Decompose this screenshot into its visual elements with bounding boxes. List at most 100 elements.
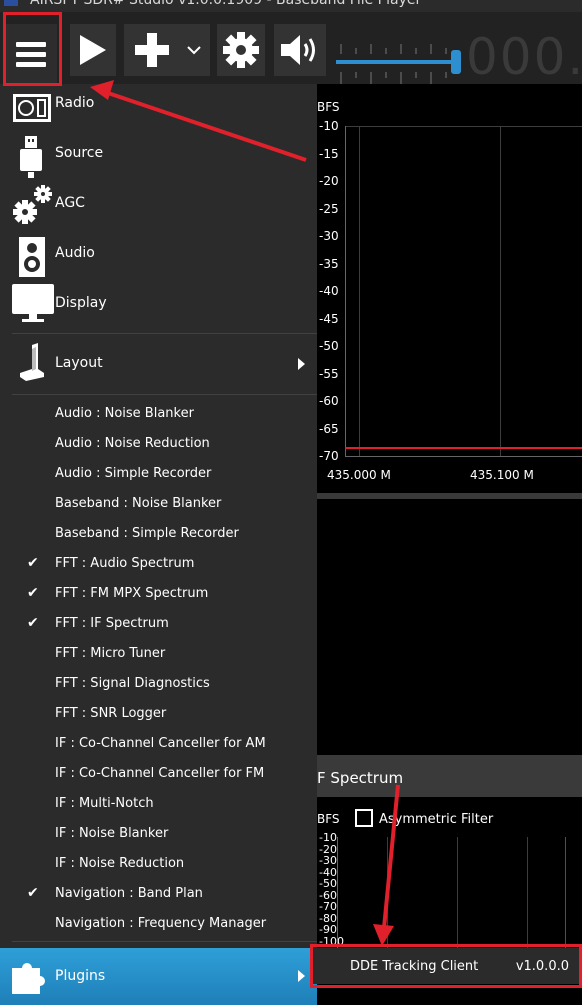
window-title-bar: AIRSPY SDR# Studio v1.0.0.1909 - Baseban… [0, 0, 582, 12]
checkmark-icon: ✔ [27, 885, 39, 901]
annotation-highlight-box [3, 12, 62, 86]
plugin-menu-label: IF : Co-Channel Canceller for FM [55, 766, 265, 781]
menu-item-layout[interactable]: Layout [0, 339, 317, 389]
plugin-menu-item[interactable]: IF : Noise Reduction [0, 849, 317, 879]
asymmetric-filter-checkbox[interactable] [355, 809, 373, 827]
plugin-menu-label: FFT : SNR Logger [55, 706, 167, 721]
menu-item-display[interactable]: Display [0, 284, 317, 334]
menu-separator [12, 394, 317, 395]
volume-slider-track[interactable] [336, 60, 456, 64]
menu-item-radio[interactable]: Radio [0, 84, 317, 134]
plugin-menu-label: Audio : Simple Recorder [55, 466, 212, 481]
y-tick-label: -20 [319, 174, 339, 188]
frequency-display[interactable]: 000. [466, 28, 582, 86]
y-tick-label: -10 [319, 119, 339, 133]
y-tick-label: -40 [319, 284, 339, 298]
x-tick-label: 435.100 M [470, 468, 534, 482]
plugin-menu-item[interactable]: FFT : Micro Tuner [0, 639, 317, 669]
y-tick-label: -30 [319, 229, 339, 243]
chevron-down-icon[interactable] [186, 44, 202, 56]
layout-icon [20, 343, 44, 381]
spectrum-y-axis [345, 126, 346, 456]
volume-slider-thumb[interactable] [451, 50, 461, 74]
plugin-menu-label: Audio : Noise Reduction [55, 436, 210, 451]
plugin-menu-label: IF : Multi-Notch [55, 796, 154, 811]
plugin-menu-item[interactable]: IF : Co-Channel Canceller for AM [0, 729, 317, 759]
plugin-menu-item[interactable]: Navigation : Frequency Manager [0, 909, 317, 939]
plugin-menu-item[interactable]: Baseband : Noise Blanker [0, 489, 317, 519]
waterfall[interactable] [317, 499, 582, 755]
menu-item-label: Display [55, 295, 107, 311]
checkmark-icon: ✔ [27, 585, 39, 601]
menu-item-label: Layout [55, 355, 103, 371]
plugin-menu-label: FFT : Micro Tuner [55, 646, 166, 661]
spectrum-trace [345, 447, 582, 449]
plugin-menu-label: FFT : Signal Diagnostics [55, 676, 210, 691]
settings-button[interactable] [217, 24, 265, 76]
y-tick-label: -50 [319, 339, 339, 353]
menu-item-agc[interactable]: AGC [0, 184, 317, 234]
plugin-menu-label: IF : Co-Channel Canceller for AM [55, 736, 266, 751]
panel-title: F Spectrum [317, 769, 404, 787]
menu-item-label: Radio [55, 95, 95, 111]
y-tick-label: -70 [319, 449, 339, 463]
spectrum-grid-line [359, 126, 360, 456]
plugin-menu-item[interactable]: ✔ FFT : Audio Spectrum [0, 549, 317, 579]
spectrum-grid-line [345, 126, 582, 127]
spectrum-unit-label: BFS [317, 100, 340, 114]
plugin-menu-item[interactable]: ✔ Navigation : Band Plan [0, 879, 317, 909]
plugin-menu-item[interactable]: IF : Co-Channel Canceller for FM [0, 759, 317, 789]
monitor-icon [12, 284, 54, 322]
y-tick-label: -35 [319, 256, 339, 271]
menu-item-label: Source [55, 145, 104, 161]
volume-slider-ticks [340, 44, 447, 84]
plugin-menu-item[interactable]: Audio : Simple Recorder [0, 459, 317, 489]
puzzle-icon [12, 963, 46, 994]
checkmark-icon: ✔ [27, 615, 39, 631]
menu-item-label: Plugins [55, 968, 106, 984]
plugin-menu-item[interactable]: ✔ FFT : IF Spectrum [0, 609, 317, 639]
plugin-menu-item[interactable]: Audio : Noise Reduction [0, 429, 317, 459]
asymmetric-filter-label: Asymmetric Filter [379, 812, 494, 827]
menu-item-audio[interactable]: Audio [0, 234, 317, 284]
speaker-box-icon [19, 237, 45, 277]
y-tick-label: -60 [319, 394, 339, 408]
plugin-menu-item[interactable]: FFT : SNR Logger [0, 699, 317, 729]
plugin-menu-label: IF : Noise Blanker [55, 826, 169, 841]
x-tick-label: 435.000 M [327, 468, 391, 482]
plugin-menu-item[interactable]: ✔ FFT : FM MPX Spectrum [0, 579, 317, 609]
plugin-menu-label: IF : Noise Reduction [55, 856, 185, 871]
plugin-menu-label: Baseband : Noise Blanker [55, 496, 222, 511]
menu-item-label: Audio [55, 245, 95, 261]
plugin-menu-label: FFT : FM MPX Spectrum [55, 586, 209, 601]
main-menu: Radio Source AGC Audio Display Layout Au… [0, 84, 317, 1005]
plugin-menu-item[interactable]: IF : Noise Blanker [0, 819, 317, 849]
gears-icon [13, 185, 52, 224]
volume-button[interactable] [274, 24, 326, 76]
plugin-menu-label: Navigation : Frequency Manager [55, 916, 267, 931]
y-tick-label: -55 [319, 366, 339, 381]
main-spectrum[interactable]: BFS -10 -15 -20 -25 -30 -35 -40 -45 -50 -55 -60 -65… [317, 84, 582, 494]
plugin-menu-label: Baseband : Simple Recorder [55, 526, 239, 541]
spectrum-axis-line [345, 456, 582, 457]
plugin-menu-item[interactable]: Audio : Noise Blanker [0, 399, 317, 429]
add-source-button[interactable] [124, 24, 210, 76]
y-tick-label: -15 [319, 146, 339, 161]
plugin-menu-item[interactable]: IF : Multi-Notch [0, 789, 317, 819]
radio-icon [13, 94, 51, 122]
submenu-arrow-icon [298, 358, 305, 370]
toolbar: 000. [0, 12, 582, 86]
menu-item-source[interactable]: Source [0, 134, 317, 184]
menu-separator [12, 941, 317, 942]
plugin-menu-label: Audio : Noise Blanker [55, 406, 194, 421]
plugin-menu-item[interactable]: Baseband : Simple Recorder [0, 519, 317, 549]
plus-icon [135, 33, 169, 67]
plugin-menu-item[interactable]: FFT : Signal Diagnostics [0, 669, 317, 699]
spectrum-grid-line [500, 126, 501, 456]
menu-separator [12, 333, 317, 334]
y-tick-label: -25 [319, 201, 339, 216]
menu-item-plugins[interactable]: Plugins [0, 948, 317, 1005]
play-button[interactable] [70, 24, 116, 76]
plugin-menu-label: Navigation : Band Plan [55, 886, 203, 901]
annotation-highlight-box [310, 944, 582, 988]
